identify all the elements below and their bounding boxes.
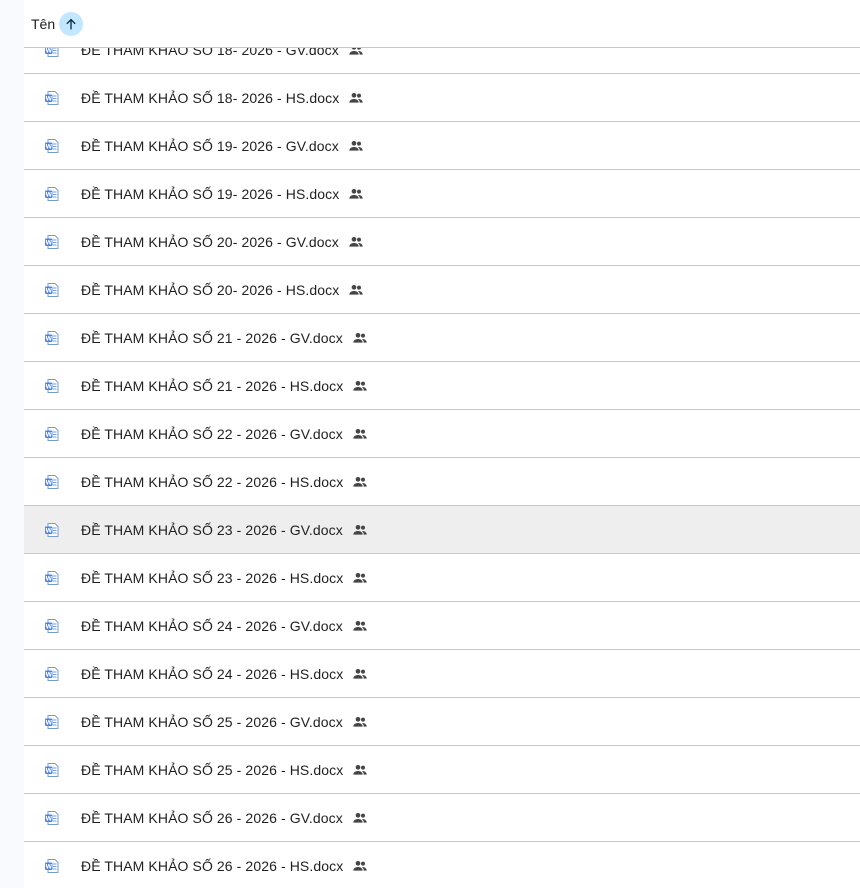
file-name: ĐỀ THAM KHẢO SỐ 20- 2026 - GV.docx xyxy=(81,233,339,250)
svg-text:W: W xyxy=(45,719,52,726)
word-doc-icon: W xyxy=(44,618,60,634)
people-shared-icon xyxy=(351,665,369,683)
word-doc-icon: W xyxy=(44,234,60,250)
people-shared-icon xyxy=(347,137,365,155)
word-doc-icon: W xyxy=(44,474,60,490)
svg-text:W: W xyxy=(45,623,52,630)
file-row[interactable]: W ĐỀ THAM KHẢO SỐ 23 - 2026 - HS.docx xyxy=(24,554,860,602)
file-name: ĐỀ THAM KHẢO SỐ 24 - 2026 - HS.docx xyxy=(81,665,344,682)
file-row[interactable]: W ĐỀ THAM KHẢO SỐ 24 - 2026 - HS.docx xyxy=(24,650,860,698)
arrow-up-icon xyxy=(66,18,76,29)
svg-text:W: W xyxy=(45,191,52,198)
file-name: ĐỀ THAM KHẢO SỐ 19- 2026 - HS.docx xyxy=(81,185,340,202)
file-row[interactable]: W ĐỀ THAM KHẢO SỐ 19- 2026 - HS.docx xyxy=(24,170,860,218)
word-doc-icon: W xyxy=(44,522,60,538)
file-row[interactable]: W ĐỀ THAM KHẢO SỐ 24 - 2026 - GV.docx xyxy=(24,602,860,650)
file-name: ĐỀ THAM KHẢO SỐ 23 - 2026 - GV.docx xyxy=(81,521,343,538)
file-name: ĐỀ THAM KHẢO SỐ 21 - 2026 - GV.docx xyxy=(81,329,343,346)
word-doc-icon: W xyxy=(44,810,60,826)
file-name: ĐỀ THAM KHẢO SỐ 18- 2026 - HS.docx xyxy=(81,89,340,106)
file-row[interactable]: W ĐỀ THAM KHẢO SỐ 25 - 2026 - GV.docx xyxy=(24,698,860,746)
people-shared-icon xyxy=(347,233,365,251)
svg-text:W: W xyxy=(45,335,52,342)
list-header: Tên xyxy=(24,0,860,48)
file-row[interactable]: W ĐỀ THAM KHẢO SỐ 20- 2026 - HS.docx xyxy=(24,266,860,314)
svg-text:W: W xyxy=(45,527,52,534)
people-shared-icon xyxy=(347,89,365,107)
svg-text:W: W xyxy=(45,239,52,246)
word-doc-icon: W xyxy=(44,138,60,154)
file-name: ĐỀ THAM KHẢO SỐ 21 - 2026 - HS.docx xyxy=(81,377,344,394)
people-shared-icon xyxy=(351,377,369,395)
file-row[interactable]: W ĐỀ THAM KHẢO SỐ 26 - 2026 - HS.docx xyxy=(24,842,860,888)
file-name: ĐỀ THAM KHẢO SỐ 26 - 2026 - HS.docx xyxy=(81,857,344,874)
left-gutter xyxy=(0,0,24,888)
svg-text:W: W xyxy=(45,863,52,870)
file-name: ĐỀ THAM KHẢO SỐ 20- 2026 - HS.docx xyxy=(81,281,340,298)
people-shared-icon xyxy=(351,617,369,635)
file-name: ĐỀ THAM KHẢO SỐ 19- 2026 - GV.docx xyxy=(81,137,339,154)
file-name: ĐỀ THAM KHẢO SỐ 25 - 2026 - HS.docx xyxy=(81,761,344,778)
word-doc-icon: W xyxy=(44,858,60,874)
svg-text:W: W xyxy=(45,479,52,486)
svg-text:W: W xyxy=(45,47,52,54)
word-doc-icon: W xyxy=(44,426,60,442)
people-shared-icon xyxy=(351,521,369,539)
word-doc-icon: W xyxy=(44,186,60,202)
svg-text:W: W xyxy=(45,671,52,678)
sort-ascending-button[interactable] xyxy=(59,11,84,36)
file-row[interactable]: W ĐỀ THAM KHẢO SỐ 18- 2026 - HS.docx xyxy=(24,74,860,122)
svg-text:W: W xyxy=(45,431,52,438)
file-row[interactable]: W ĐỀ THAM KHẢO SỐ 22 - 2026 - GV.docx xyxy=(24,410,860,458)
svg-text:W: W xyxy=(45,287,52,294)
word-doc-icon: W xyxy=(44,90,60,106)
word-doc-icon: W xyxy=(44,570,60,586)
file-list: W ĐỀ THAM KHẢO SỐ 18- 2026 - GV.docx W ĐỀ T… xyxy=(24,26,860,888)
word-doc-icon: W xyxy=(44,378,60,394)
people-shared-icon xyxy=(351,569,369,587)
file-row[interactable]: W ĐỀ THAM KHẢO SỐ 21 - 2026 - HS.docx xyxy=(24,362,860,410)
file-row[interactable]: W ĐỀ THAM KHẢO SỐ 21 - 2026 - GV.docx xyxy=(24,314,860,362)
people-shared-icon xyxy=(347,281,365,299)
file-name: ĐỀ THAM KHẢO SỐ 24 - 2026 - GV.docx xyxy=(81,617,343,634)
people-shared-icon xyxy=(351,857,369,875)
file-list-view: Tên W ĐỀ THAM KHẢO SỐ 18- 2026 - GV.docx W… xyxy=(0,0,860,888)
people-shared-icon xyxy=(351,473,369,491)
file-name: ĐỀ THAM KHẢO SỐ 23 - 2026 - HS.docx xyxy=(81,569,344,586)
svg-text:W: W xyxy=(45,383,52,390)
people-shared-icon xyxy=(347,185,365,203)
word-doc-icon: W xyxy=(44,762,60,778)
svg-text:W: W xyxy=(45,143,52,150)
word-doc-icon: W xyxy=(44,282,60,298)
file-row[interactable]: W ĐỀ THAM KHẢO SỐ 26 - 2026 - GV.docx xyxy=(24,794,860,842)
file-name: ĐỀ THAM KHẢO SỐ 22 - 2026 - HS.docx xyxy=(81,473,344,490)
file-row[interactable]: W ĐỀ THAM KHẢO SỐ 25 - 2026 - HS.docx xyxy=(24,746,860,794)
word-doc-icon: W xyxy=(44,666,60,682)
file-row[interactable]: W ĐỀ THAM KHẢO SỐ 23 - 2026 - GV.docx xyxy=(24,506,860,554)
people-shared-icon xyxy=(351,329,369,347)
file-row[interactable]: W ĐỀ THAM KHẢO SỐ 19- 2026 - GV.docx xyxy=(24,122,860,170)
svg-text:W: W xyxy=(45,815,52,822)
word-doc-icon: W xyxy=(44,330,60,346)
file-row[interactable]: W ĐỀ THAM KHẢO SỐ 22 - 2026 - HS.docx xyxy=(24,458,860,506)
name-column-header[interactable]: Tên xyxy=(31,16,55,32)
people-shared-icon xyxy=(351,425,369,443)
word-doc-icon: W xyxy=(44,714,60,730)
svg-text:W: W xyxy=(45,575,52,582)
file-name: ĐỀ THAM KHẢO SỐ 26 - 2026 - GV.docx xyxy=(81,809,343,826)
file-row[interactable]: W ĐỀ THAM KHẢO SỐ 20- 2026 - GV.docx xyxy=(24,218,860,266)
people-shared-icon xyxy=(351,809,369,827)
svg-text:W: W xyxy=(45,95,52,102)
file-name: ĐỀ THAM KHẢO SỐ 22 - 2026 - GV.docx xyxy=(81,425,343,442)
people-shared-icon xyxy=(351,761,369,779)
svg-text:W: W xyxy=(45,767,52,774)
file-name: ĐỀ THAM KHẢO SỐ 25 - 2026 - GV.docx xyxy=(81,713,343,730)
people-shared-icon xyxy=(351,713,369,731)
